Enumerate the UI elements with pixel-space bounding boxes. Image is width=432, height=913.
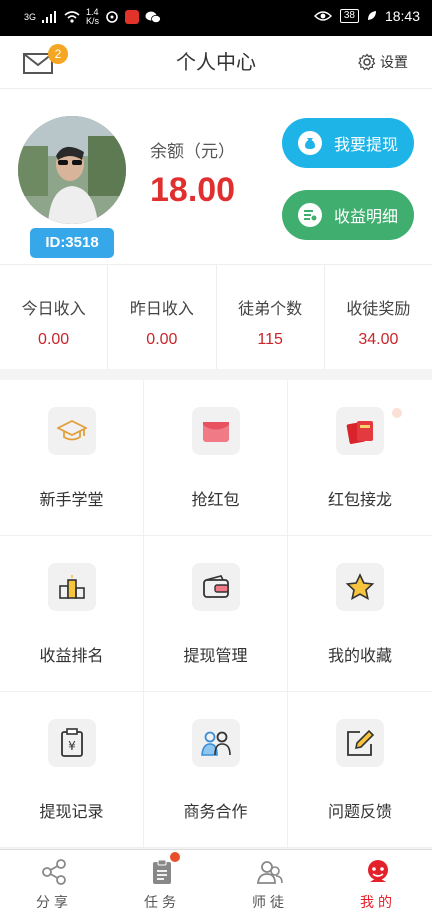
svg-text:¥: ¥ xyxy=(68,739,76,753)
stat-label: 今日收入 xyxy=(21,299,86,318)
feedback-icon xyxy=(336,719,384,767)
tab-label: 分享 xyxy=(36,895,72,911)
leaf-icon xyxy=(367,11,376,20)
graduation-cap-icon xyxy=(47,407,96,455)
gear-icon xyxy=(358,53,376,71)
task-notification-dot xyxy=(170,852,180,862)
menu-item-red-envelope-chain[interactable]: 红包接龙 xyxy=(288,380,432,536)
ranking-podium-icon xyxy=(47,563,96,611)
stat-today-income[interactable]: 今日收入 0.00 xyxy=(0,265,107,369)
profile-card: ID:3518 余额（元） 18.00 我要提现 收益明细 xyxy=(0,89,432,264)
menu-item-my-favorites[interactable]: 我的收藏 xyxy=(288,536,432,692)
status-left: 3G 1.4 K/s xyxy=(24,8,161,26)
stat-label: 徒弟个数 xyxy=(238,299,303,318)
tab-share[interactable]: 分享 xyxy=(0,850,108,913)
menu-item-business-cooperation[interactable]: 商务合作 xyxy=(144,692,288,848)
menu-label: 抢红包 xyxy=(191,490,240,509)
menu-item-withdraw-management[interactable]: 提现管理 xyxy=(144,536,288,692)
income-detail-button[interactable]: 收益明细 xyxy=(282,190,414,240)
mentor-icon xyxy=(256,861,283,884)
income-detail-label: 收益明细 xyxy=(334,207,399,226)
settings-label: 设置 xyxy=(380,55,408,71)
menu-label: 提现管理 xyxy=(183,646,248,665)
tab-label: 师徒 xyxy=(252,895,288,911)
tab-tasks[interactable]: 任务 xyxy=(108,850,216,913)
stat-label: 收徒奖励 xyxy=(346,299,411,318)
app-header: 2 个人中心 设置 xyxy=(0,36,432,89)
menu-label: 提现记录 xyxy=(39,802,104,821)
withdraw-label: 我要提现 xyxy=(334,135,399,154)
stat-value: 0.00 xyxy=(38,331,70,348)
stat-yesterday-income[interactable]: 昨日收入 0.00 xyxy=(107,265,215,369)
red-envelope-icon xyxy=(191,407,240,455)
menu-label: 新手学堂 xyxy=(39,490,104,509)
status-bar: 3G 1.4 K/s 38 18:43 xyxy=(0,0,432,36)
stat-value: 34.00 xyxy=(358,331,399,348)
withdraw-button[interactable]: 我要提现 xyxy=(282,118,414,168)
new-indicator-dot xyxy=(392,408,402,418)
avatar[interactable] xyxy=(18,116,126,224)
net-speed: 1.4 K/s xyxy=(86,7,100,26)
stats-row: 今日收入 0.00 昨日收入 0.00 徒弟个数 115 收徒奖励 34.00 xyxy=(0,264,432,369)
partners-icon xyxy=(191,719,240,767)
feature-grid: 新手学堂 抢红包 红包接龙 收益排名 提现管理 我的收藏 ¥ 提现记录 商务合作… xyxy=(0,380,432,848)
eye-comfort-icon xyxy=(313,11,332,21)
battery-level: 38 xyxy=(339,9,359,23)
menu-item-grab-red-envelope[interactable]: 抢红包 xyxy=(144,380,288,536)
profile-icon xyxy=(368,860,388,882)
settings-button[interactable]: 设置 xyxy=(358,52,408,72)
red-envelope-chain-icon xyxy=(336,407,384,455)
stat-value: 0.00 xyxy=(146,331,178,348)
app-notify-icon xyxy=(106,11,118,23)
network-type: 3G xyxy=(24,11,37,22)
wechat-icon xyxy=(145,11,161,23)
menu-label: 收益排名 xyxy=(39,646,104,665)
wifi-icon xyxy=(64,11,80,23)
status-right: 38 18:43 xyxy=(313,8,420,24)
share-icon xyxy=(42,859,66,885)
clock: 18:43 xyxy=(384,8,420,24)
menu-item-income-ranking[interactable]: 收益排名 xyxy=(0,536,144,692)
menu-label: 红包接龙 xyxy=(327,490,392,509)
tab-label: 我的 xyxy=(360,895,396,911)
star-icon xyxy=(336,563,384,611)
user-id-badge: ID:3518 xyxy=(30,228,114,258)
stat-recruit-reward[interactable]: 收徒奖励 34.00 xyxy=(323,265,432,369)
stat-apprentice-count[interactable]: 徒弟个数 115 xyxy=(215,265,324,369)
tab-mentor[interactable]: 师徒 xyxy=(216,850,324,913)
menu-label: 问题反馈 xyxy=(327,802,392,821)
stat-label: 昨日收入 xyxy=(129,299,194,318)
coin-bag-icon xyxy=(298,131,322,155)
tab-label: 任务 xyxy=(144,895,180,911)
task-icon xyxy=(153,859,171,884)
bottom-tab-bar: 分享 任务 师徒 我的 xyxy=(0,849,432,913)
weibo-icon xyxy=(125,10,140,24)
menu-label: 我的收藏 xyxy=(327,646,392,665)
balance-value: 18.00 xyxy=(150,171,236,209)
tab-mine[interactable]: 我的 xyxy=(324,850,432,913)
stat-value: 115 xyxy=(257,331,283,348)
menu-label: 商务合作 xyxy=(183,802,248,821)
withdraw-record-icon: ¥ xyxy=(47,719,96,767)
signal-icon xyxy=(42,11,57,23)
avatar-photo xyxy=(18,116,126,224)
balance-label: 余额（元） xyxy=(150,142,235,162)
wallet-icon xyxy=(191,563,240,611)
menu-item-beginner-school[interactable]: 新手学堂 xyxy=(0,380,144,536)
list-coin-icon xyxy=(298,203,322,227)
menu-item-withdraw-records[interactable]: ¥ 提现记录 xyxy=(0,692,144,848)
menu-item-feedback[interactable]: 问题反馈 xyxy=(288,692,432,848)
